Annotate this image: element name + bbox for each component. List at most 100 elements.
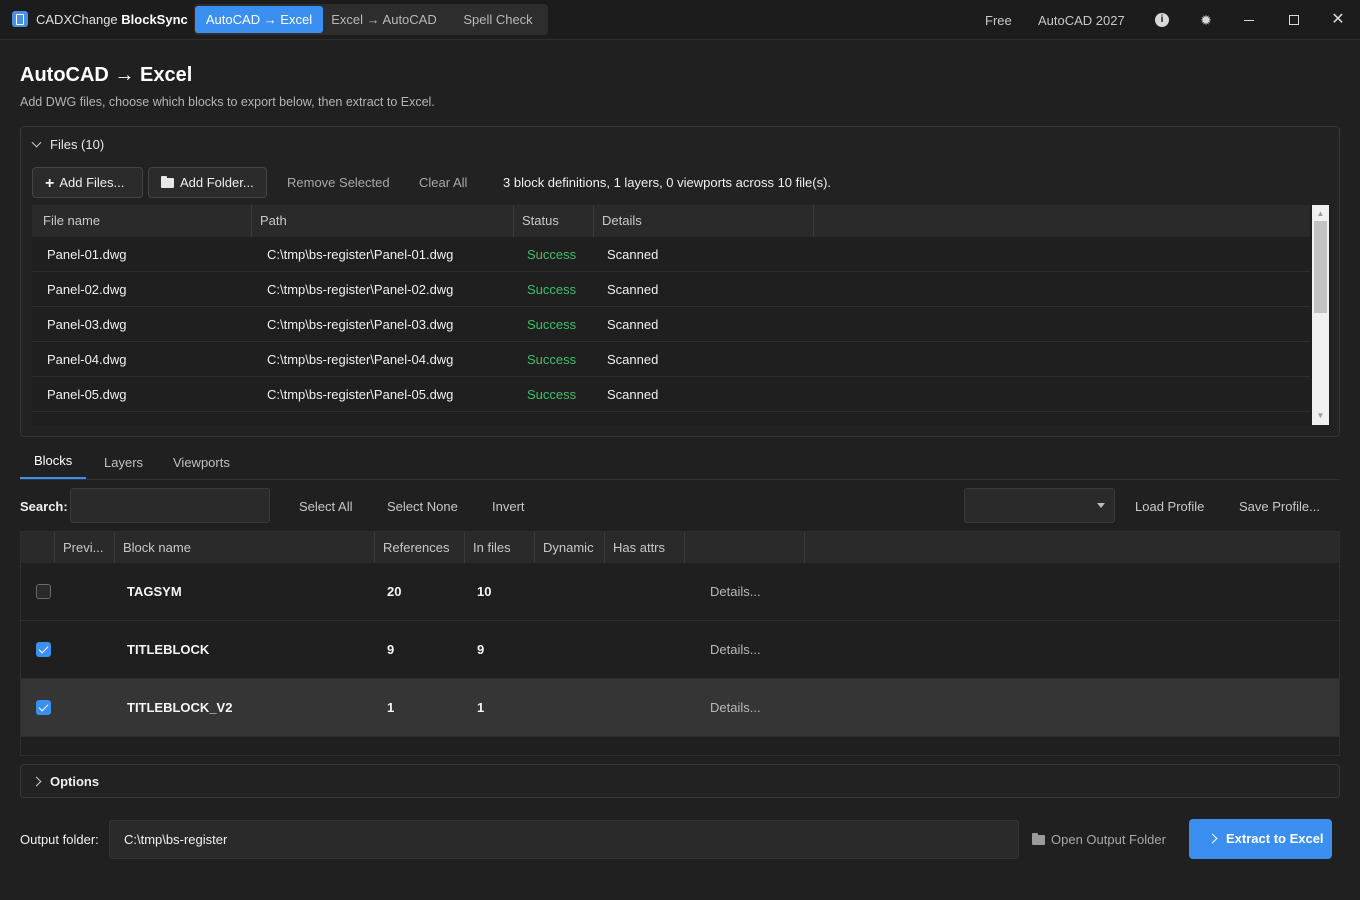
settings-icon[interactable]: ✹ xyxy=(1197,11,1215,29)
column-header-status[interactable]: Status xyxy=(514,205,594,237)
mode-switcher: AutoCAD → Excel Excel → AutoCAD Spell Ch… xyxy=(194,4,548,35)
mode-tab-autocad-to-excel[interactable]: AutoCAD → Excel xyxy=(195,6,323,33)
table-row[interactable]: Panel-03.dwg C:\tmp\bs-register\Panel-03… xyxy=(32,307,1310,342)
add-files-button[interactable]: + Add Files... xyxy=(32,167,143,198)
files-panel: Files (10) + Add Files... Add Folder... R… xyxy=(20,126,1340,437)
load-profile-button[interactable]: Load Profile xyxy=(1135,499,1204,514)
column-header-preview[interactable]: Previ... xyxy=(55,532,115,563)
invert-selection-button[interactable]: Invert xyxy=(492,499,525,514)
scroll-up-icon[interactable]: ▲ xyxy=(1316,209,1325,218)
table-row[interactable]: TITLEBLOCK_V2 1 1 Details... xyxy=(21,679,1339,737)
block-details-link[interactable]: Details... xyxy=(710,621,761,679)
page-title: AutoCAD → Excel xyxy=(20,64,193,86)
mode-tab-excel-to-autocad[interactable]: Excel → AutoCAD xyxy=(328,6,440,33)
tab-layers[interactable]: Layers xyxy=(104,455,143,470)
file-details-cell: Scanned xyxy=(607,387,659,402)
chevron-down-icon xyxy=(1097,503,1105,508)
file-status-cell: Success xyxy=(527,317,577,332)
file-path-cell: C:\tmp\bs-register\Panel-04.dwg xyxy=(267,352,454,367)
column-header-details[interactable]: Details xyxy=(594,205,814,237)
block-details-link[interactable]: Details... xyxy=(710,679,761,737)
column-header-file-name[interactable]: File name xyxy=(32,205,252,237)
file-name-cell: Panel-02.dwg xyxy=(47,282,127,297)
file-name-cell: Panel-04.dwg xyxy=(47,352,127,367)
app-title: CADXChange BlockSync xyxy=(36,12,188,27)
column-header-in-files[interactable]: In files xyxy=(465,532,535,563)
row-checkbox[interactable] xyxy=(36,700,51,715)
folder-icon xyxy=(161,176,174,188)
row-checkbox[interactable] xyxy=(36,642,51,657)
block-name-cell: TITLEBLOCK xyxy=(127,642,210,657)
blocks-table-header: Previ... Block name References In files … xyxy=(21,532,1339,563)
file-name-cell: Panel-01.dwg xyxy=(47,247,127,262)
column-header-block-name[interactable]: Block name xyxy=(115,532,375,563)
block-details-link[interactable]: Details... xyxy=(710,563,761,621)
file-details-cell: Scanned xyxy=(607,247,659,262)
active-tab-indicator xyxy=(20,477,86,479)
files-section-toggle[interactable]: Files (10) xyxy=(31,137,105,152)
column-header-references[interactable]: References xyxy=(375,532,465,563)
files-section-title: Files (10) xyxy=(50,137,105,152)
clear-all-button[interactable]: Clear All xyxy=(419,175,467,190)
column-header-has-attrs[interactable]: Has attrs xyxy=(605,532,685,563)
table-row[interactable]: TITLEBLOCK 9 9 Details... xyxy=(21,621,1339,679)
file-status-cell: Success xyxy=(527,387,577,402)
tab-blocks[interactable]: Blocks xyxy=(34,453,72,468)
column-header-select[interactable] xyxy=(21,532,55,563)
table-row[interactable]: Panel-05.dwg C:\tmp\bs-register\Panel-05… xyxy=(32,377,1310,412)
profile-select[interactable] xyxy=(964,488,1115,523)
options-panel[interactable]: Options xyxy=(20,764,1340,798)
file-path-cell: C:\tmp\bs-register\Panel-01.dwg xyxy=(267,247,454,262)
table-row[interactable]: TAGSYM 20 10 Details... xyxy=(21,563,1339,621)
mode-tab-spell-check[interactable]: Spell Check xyxy=(456,6,540,33)
table-row[interactable]: Panel-02.dwg C:\tmp\bs-register\Panel-02… xyxy=(32,272,1310,307)
column-header-actions xyxy=(685,532,805,563)
options-section-toggle[interactable]: Options xyxy=(31,774,99,789)
output-folder-label: Output folder: xyxy=(20,832,99,847)
maximize-icon[interactable] xyxy=(1289,15,1299,25)
minimize-icon[interactable] xyxy=(1244,20,1254,21)
references-cell: 20 xyxy=(387,584,402,599)
table-row[interactable]: Panel-04.dwg C:\tmp\bs-register\Panel-04… xyxy=(32,342,1310,377)
scan-summary: 3 block definitions, 1 layers, 0 viewpor… xyxy=(503,175,832,190)
open-output-folder-button[interactable]: Open Output Folder xyxy=(1032,832,1166,847)
add-folder-button[interactable]: Add Folder... xyxy=(148,167,267,198)
column-header-dynamic[interactable]: Dynamic xyxy=(535,532,605,563)
close-icon[interactable]: ✕ xyxy=(1329,11,1347,29)
tab-viewports[interactable]: Viewports xyxy=(173,455,230,470)
row-checkbox[interactable] xyxy=(36,584,51,599)
chevron-down-icon xyxy=(31,137,42,148)
app-logo-icon xyxy=(12,11,28,27)
file-details-cell: Scanned xyxy=(607,282,659,297)
autocad-version-label: AutoCAD 2027 xyxy=(1038,13,1125,28)
column-header-path[interactable]: Path xyxy=(252,205,514,237)
select-none-button[interactable]: Select None xyxy=(387,499,458,514)
file-name-cell: Panel-03.dwg xyxy=(47,317,127,332)
files-scrollbar-thumb[interactable] xyxy=(1314,221,1327,313)
chevron-right-icon xyxy=(31,776,42,787)
references-cell: 9 xyxy=(387,642,395,657)
blocks-table: Previ... Block name References In files … xyxy=(20,531,1340,756)
files-table: File name Path Status Details Panel-01.d… xyxy=(32,205,1330,425)
select-all-button[interactable]: Select All xyxy=(299,499,352,514)
folder-icon xyxy=(1032,833,1045,845)
file-path-cell: C:\tmp\bs-register\Panel-05.dwg xyxy=(267,387,454,402)
in-files-cell: 9 xyxy=(477,642,485,657)
extract-to-excel-button[interactable]: Extract to Excel xyxy=(1189,819,1332,859)
search-input[interactable] xyxy=(70,488,270,523)
output-folder-input[interactable] xyxy=(109,820,1019,859)
files-table-header: File name Path Status Details xyxy=(32,205,1310,237)
info-icon[interactable]: i xyxy=(1155,13,1169,27)
references-cell: 1 xyxy=(387,700,395,715)
file-path-cell: C:\tmp\bs-register\Panel-03.dwg xyxy=(267,317,454,332)
file-status-cell: Success xyxy=(527,282,577,297)
scroll-down-icon[interactable]: ▼ xyxy=(1316,411,1325,420)
remove-selected-button[interactable]: Remove Selected xyxy=(287,175,390,190)
save-profile-button[interactable]: Save Profile... xyxy=(1239,499,1320,514)
chevron-right-icon xyxy=(1207,833,1218,844)
table-row[interactable]: Panel-01.dwg C:\tmp\bs-register\Panel-01… xyxy=(32,237,1310,272)
file-name-cell: Panel-05.dwg xyxy=(47,387,127,402)
search-label: Search: xyxy=(20,499,68,514)
title-bar: CADXChange BlockSync AutoCAD → Excel Exc… xyxy=(0,0,1360,40)
block-name-cell: TAGSYM xyxy=(127,584,182,599)
